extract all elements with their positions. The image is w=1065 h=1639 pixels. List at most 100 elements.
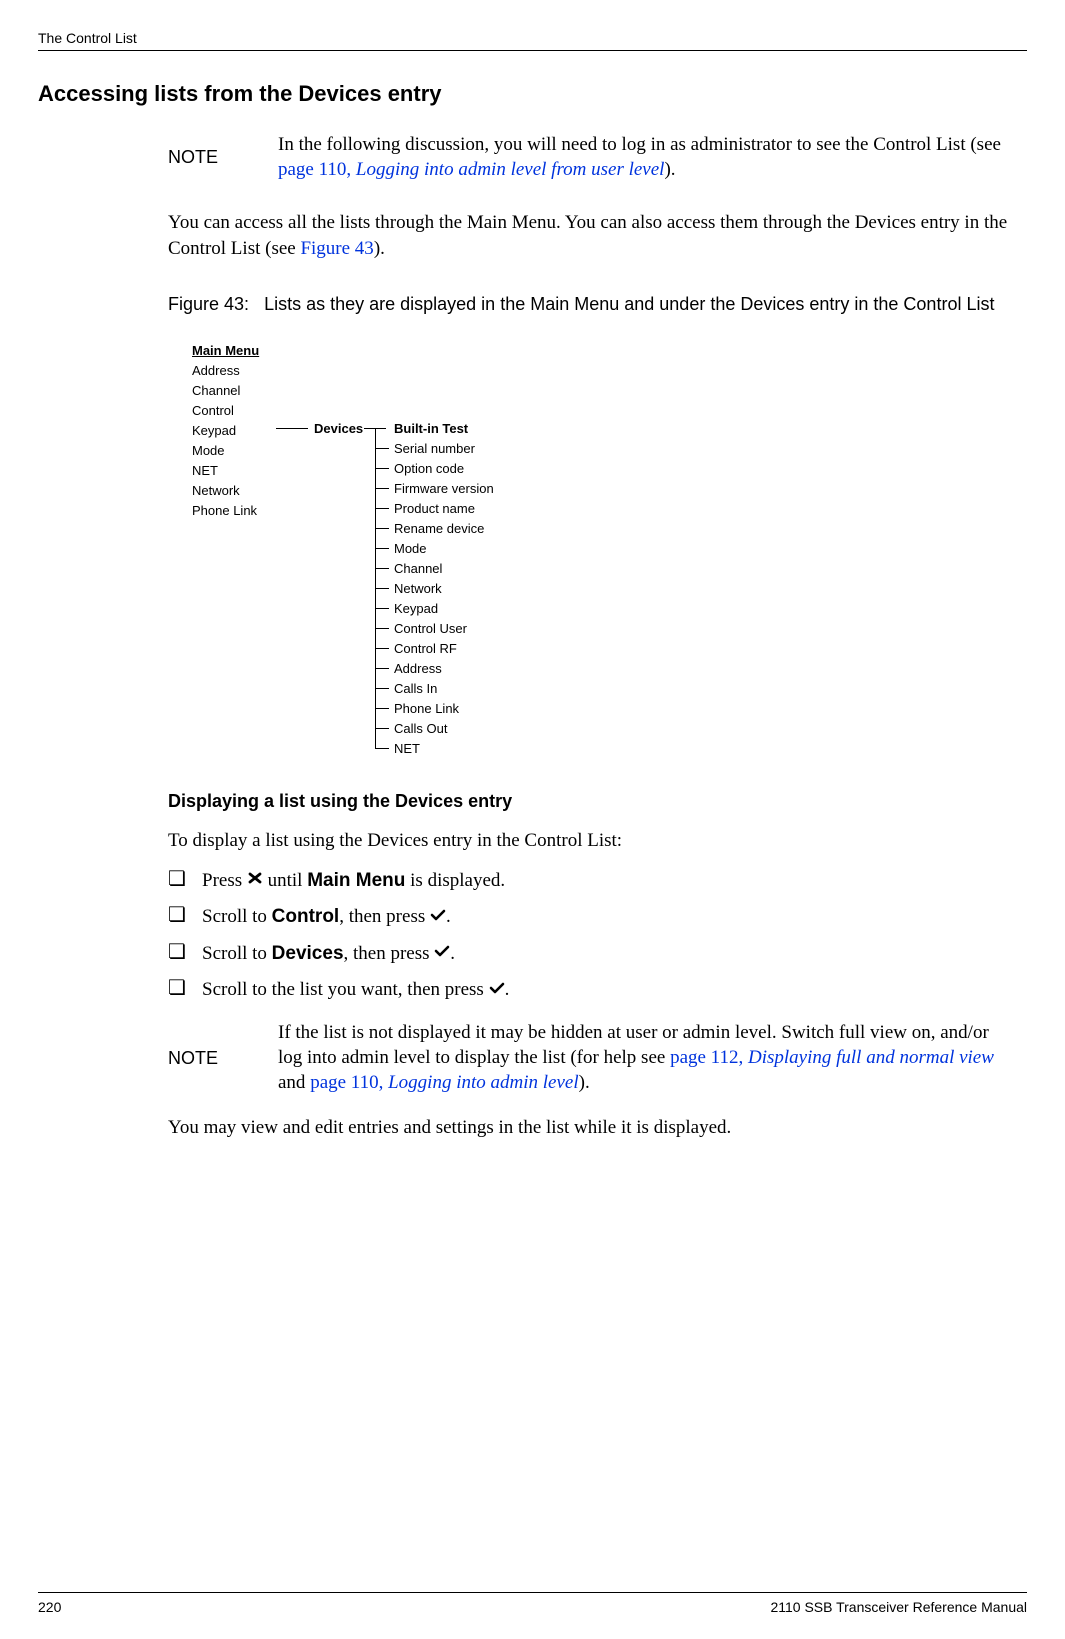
step-item: ❏ Scroll to Control, then press .	[168, 904, 1017, 930]
tree-branch	[375, 568, 389, 569]
menu-tree-diagram: Main Menu Address Channel Control Keypad…	[192, 341, 1017, 751]
tree-branch	[375, 448, 389, 449]
step-text: Press	[202, 870, 247, 891]
tree-item: Keypad	[192, 421, 282, 441]
tree-branch	[375, 588, 389, 589]
tree-item: Phone Link	[192, 501, 282, 521]
tree-branch	[375, 668, 389, 669]
check-button-icon	[489, 977, 505, 1003]
x-button-icon	[247, 867, 263, 893]
text-part: You can access all the lists through the…	[168, 212, 1007, 259]
check-button-icon	[430, 904, 446, 930]
tree-branch	[375, 628, 389, 629]
tree-item: Channel	[192, 381, 282, 401]
header-rule	[38, 50, 1027, 51]
step-text: .	[446, 906, 451, 927]
step-item: ❏ Press until Main Menu is displayed.	[168, 868, 1017, 894]
page-title: Accessing lists from the Devices entry	[38, 81, 1027, 107]
tree-item: Channel	[394, 559, 494, 579]
tree-item: Keypad	[394, 599, 494, 619]
tree-item: NET	[192, 461, 282, 481]
text-part: ).	[374, 238, 385, 259]
tree-item: Address	[192, 361, 282, 381]
tree-item: Firmware version	[394, 479, 494, 499]
tree-item: Calls Out	[394, 719, 494, 739]
tree-item: Rename device	[394, 519, 494, 539]
note-block: NOTE If the list is not displayed it may…	[168, 1021, 1017, 1095]
tree-item: Mode	[394, 539, 494, 559]
tree-branch	[375, 648, 389, 649]
ui-label: Control	[272, 906, 340, 927]
tree-heading: Main Menu	[192, 341, 282, 361]
note-text: In the following discussion, you will ne…	[278, 133, 1017, 182]
figure-number: Figure 43:	[168, 294, 249, 314]
tree-item: Option code	[394, 459, 494, 479]
tree-item: Serial number	[394, 439, 494, 459]
step-list: ❏ Press until Main Menu is displayed. ❏ …	[168, 868, 1017, 1004]
xref-link-title[interactable]: Logging into admin level from user level	[356, 159, 665, 180]
tree-connector	[276, 428, 308, 429]
tree-branch	[375, 488, 389, 489]
document-title: 2110 SSB Transceiver Reference Manual	[770, 1599, 1027, 1615]
ui-label: Main Menu	[307, 870, 405, 891]
tree-item: Product name	[394, 499, 494, 519]
tree-item: Mode	[192, 441, 282, 461]
tree-branch	[375, 688, 389, 689]
xref-link[interactable]: page 110,	[278, 159, 356, 180]
note-block: NOTE In the following discussion, you wi…	[168, 133, 1017, 182]
step-text: is displayed.	[405, 870, 505, 891]
tree-node-devices: Devices	[314, 419, 363, 439]
step-text: Scroll to	[202, 943, 272, 964]
bullet-square-icon: ❏	[168, 868, 202, 890]
figure-caption: Figure 43: Lists as they are displayed i…	[168, 292, 1017, 316]
page-footer: 220 2110 SSB Transceiver Reference Manua…	[38, 1592, 1027, 1615]
note-text-part: and	[278, 1072, 310, 1093]
step-text: , then press	[344, 943, 435, 964]
bullet-square-icon: ❏	[168, 941, 202, 963]
note-label: NOTE	[168, 147, 278, 168]
note-text-part: ).	[664, 159, 675, 180]
tree-item: Network	[192, 481, 282, 501]
tree-item: Built-in Test	[394, 419, 494, 439]
step-item: ❏ Scroll to the list you want, then pres…	[168, 977, 1017, 1003]
xref-link-title[interactable]: Logging into admin level	[388, 1072, 579, 1093]
running-header: The Control List	[38, 30, 1027, 46]
step-text: until	[263, 870, 307, 891]
tree-item: Network	[394, 579, 494, 599]
step-text: , then press	[339, 906, 430, 927]
tree-item: NET	[394, 739, 494, 759]
tree-branch	[375, 748, 389, 749]
xref-link-title[interactable]: Displaying full and normal view	[748, 1047, 994, 1068]
xref-link[interactable]: page 112,	[670, 1047, 748, 1068]
tree-branch	[375, 708, 389, 709]
tree-item: Phone Link	[394, 699, 494, 719]
tree-item: Control	[192, 401, 282, 421]
note-text: If the list is not displayed it may be h…	[278, 1021, 1017, 1095]
step-text: .	[450, 943, 455, 964]
section-heading: Displaying a list using the Devices entr…	[168, 791, 1017, 812]
body-paragraph: You may view and edit entries and settin…	[168, 1115, 1017, 1141]
tree-item: Control User	[394, 619, 494, 639]
figure-xref[interactable]: Figure 43	[300, 238, 373, 259]
tree-branch	[375, 528, 389, 529]
step-item: ❏ Scroll to Devices, then press .	[168, 941, 1017, 967]
tree-branch	[375, 608, 389, 609]
check-button-icon	[434, 940, 450, 966]
step-text: Scroll to	[202, 906, 272, 927]
figure-title: Lists as they are displayed in the Main …	[264, 294, 994, 314]
body-paragraph: You can access all the lists through the…	[168, 210, 1017, 261]
tree-item: Control RF	[394, 639, 494, 659]
tree-branch	[375, 548, 389, 549]
step-text: Scroll to the list you want, then press	[202, 979, 489, 1000]
tree-branch	[375, 728, 389, 729]
step-text: .	[505, 979, 510, 1000]
tree-item: Calls In	[394, 679, 494, 699]
tree-branch	[375, 468, 389, 469]
tree-item: Address	[394, 659, 494, 679]
page-number: 220	[38, 1599, 61, 1615]
ui-label: Devices	[272, 943, 344, 964]
note-text-part: ).	[579, 1072, 590, 1093]
bullet-square-icon: ❏	[168, 977, 202, 999]
xref-link[interactable]: page 110,	[310, 1072, 388, 1093]
note-label: NOTE	[168, 1048, 278, 1069]
